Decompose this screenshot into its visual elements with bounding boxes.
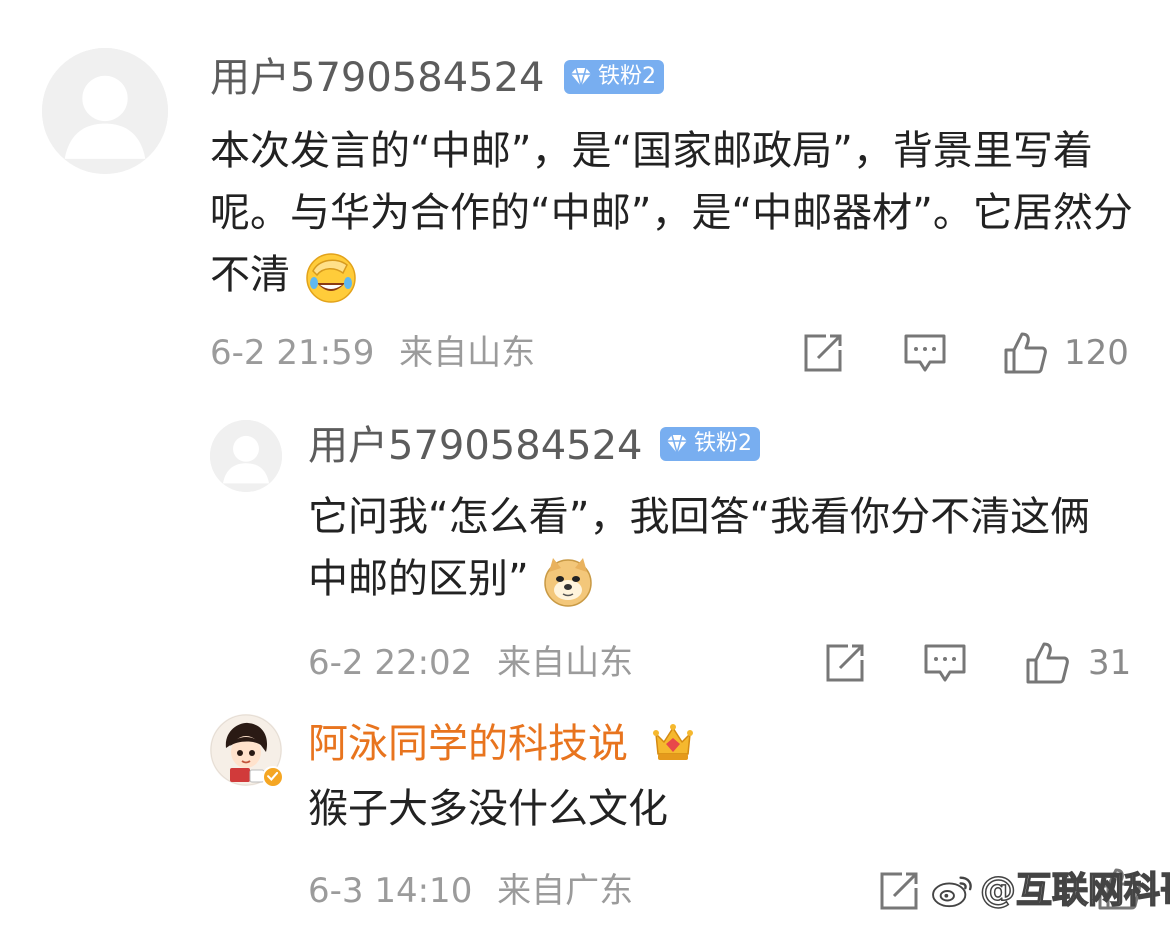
comment-text: 本次发言的“中邮”，是“国家邮政局”，背景里写着呢。与华为合作的“中邮”，是“中… [210, 120, 1135, 306]
fan-badge[interactable]: 铁粉2 [660, 427, 760, 461]
like-icon[interactable] [1024, 640, 1070, 686]
comment-meta: 6-2 22:02 来自山东 [308, 646, 633, 680]
comment-meta: 6-2 21:59 来自山东 [210, 336, 535, 370]
comment-meta: 6-3 14:10 来自广东 [308, 874, 633, 908]
default-avatar-icon [42, 48, 168, 174]
comment-location: 来自广东 [497, 871, 634, 911]
avatar[interactable] [210, 420, 282, 492]
comment-text: 猴子大多没什么文化 [308, 778, 1128, 840]
doge-emoji [544, 558, 593, 607]
comment-time: 6-3 14:10 [308, 871, 473, 911]
comment-text: 它问我“怎么看”，我回答“我看你分不清这俩中邮的区别” [308, 486, 1128, 610]
comment-text-body: 猴子大多没什么文化 [308, 786, 668, 832]
author-name[interactable]: 阿泳同学的科技说 [308, 724, 628, 764]
like-icon[interactable] [1002, 330, 1048, 376]
like-count: 120 [1064, 333, 1129, 373]
username[interactable]: 用户5790584524 [210, 58, 545, 98]
badge-label: 铁粉2 [694, 431, 752, 456]
facepalm-laughing-emoji [305, 253, 356, 303]
badge-label: 铁粉2 [598, 64, 656, 89]
comment-icon[interactable] [922, 640, 968, 686]
watermark-text: @互联网科哥 [979, 870, 1170, 911]
share-icon[interactable] [800, 330, 846, 376]
comment-time: 6-2 21:59 [210, 333, 375, 373]
verified-badge-icon [262, 766, 284, 788]
weibo-watermark: @互联网科哥 [930, 872, 1170, 910]
crown-icon [650, 720, 696, 764]
comment-text-body: 它问我“怎么看”，我回答“我看你分不清这俩中邮的区别” [308, 494, 1091, 602]
comment-location: 来自山东 [497, 643, 634, 683]
comment-icon[interactable] [902, 330, 948, 376]
diamond-icon [571, 67, 591, 88]
comment-location: 来自山东 [399, 333, 536, 373]
share-icon[interactable] [822, 640, 868, 686]
like-count: 31 [1088, 643, 1132, 683]
default-avatar-icon [210, 420, 282, 492]
username[interactable]: 用户5790584524 [308, 426, 643, 466]
avatar[interactable] [210, 714, 284, 788]
comment-time: 6-2 22:02 [308, 643, 473, 683]
diamond-icon [667, 434, 687, 455]
avatar[interactable] [42, 48, 168, 174]
weibo-logo-icon [932, 876, 972, 908]
fan-badge[interactable]: 铁粉2 [564, 60, 664, 94]
share-icon[interactable] [876, 868, 922, 914]
